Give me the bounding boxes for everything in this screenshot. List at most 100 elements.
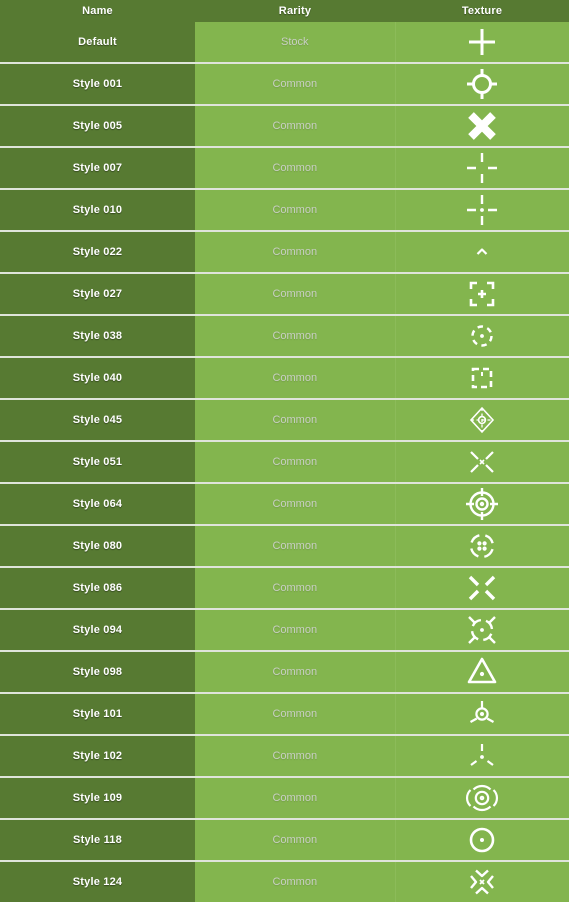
cell-rarity: Common: [195, 567, 395, 609]
table-row[interactable]: Style 118Common: [0, 819, 569, 861]
cell-rarity: Common: [195, 357, 395, 399]
cell-name: Style 080: [0, 525, 195, 567]
table-row[interactable]: Style 101Common: [0, 693, 569, 735]
table-row[interactable]: Style 038Common: [0, 315, 569, 357]
circle-three-spokes-icon: [396, 694, 569, 734]
cell-name: Style 094: [0, 609, 195, 651]
table-row[interactable]: Style 027Common: [0, 273, 569, 315]
cell-name: Style 022: [0, 231, 195, 273]
table-row[interactable]: Style 094Common: [0, 609, 569, 651]
cell-texture: [395, 63, 569, 105]
table-row[interactable]: DefaultStock: [0, 22, 569, 63]
cell-rarity: Common: [195, 651, 395, 693]
cell-rarity: Common: [195, 483, 395, 525]
double-circle-crosshair-icon: [396, 484, 569, 524]
cell-texture: [395, 105, 569, 147]
cell-name: Style 064: [0, 483, 195, 525]
table-row[interactable]: Style 040Common: [0, 357, 569, 399]
cell-texture: [395, 735, 569, 777]
diamond-crosshair-icon: [396, 400, 569, 440]
table-row[interactable]: Style 045Common: [0, 399, 569, 441]
cell-texture: [395, 231, 569, 273]
table-body: DefaultStockStyle 001CommonStyle 005Comm…: [0, 22, 569, 902]
column-header-texture[interactable]: Texture: [395, 0, 569, 22]
cell-texture: [395, 777, 569, 819]
cell-texture: [395, 567, 569, 609]
column-header-rarity[interactable]: Rarity: [195, 0, 395, 22]
cell-texture: [395, 861, 569, 902]
dashed-circle-four-dots-icon: [396, 526, 569, 566]
table-row[interactable]: Style 102Common: [0, 735, 569, 777]
cell-texture: [395, 22, 569, 63]
cell-rarity: Common: [195, 777, 395, 819]
cell-texture: [395, 693, 569, 735]
table-row[interactable]: Style 109Common: [0, 777, 569, 819]
plus-crosshair-icon: [396, 22, 569, 62]
cell-rarity: Common: [195, 273, 395, 315]
cell-name: Style 098: [0, 651, 195, 693]
cell-rarity: Common: [195, 399, 395, 441]
crosshair-style-table: Name Rarity Texture DefaultStockStyle 00…: [0, 0, 569, 902]
cell-texture: [395, 273, 569, 315]
table-row[interactable]: Style 080Common: [0, 525, 569, 567]
table-row[interactable]: Style 022Common: [0, 231, 569, 273]
table-row[interactable]: Style 086Common: [0, 567, 569, 609]
cell-rarity: Common: [195, 231, 395, 273]
cell-texture: [395, 483, 569, 525]
table-row[interactable]: Style 124Common: [0, 861, 569, 902]
cell-texture: [395, 147, 569, 189]
cell-texture: [395, 189, 569, 231]
cell-name: Style 102: [0, 735, 195, 777]
cell-rarity: Common: [195, 819, 395, 861]
cell-rarity: Common: [195, 63, 395, 105]
circle-ticks-crosshair-icon: [396, 64, 569, 104]
table-header: Name Rarity Texture: [0, 0, 569, 22]
cell-name: Style 027: [0, 273, 195, 315]
cell-texture: [395, 525, 569, 567]
table-row[interactable]: Style 001Common: [0, 63, 569, 105]
cell-rarity: Common: [195, 861, 395, 902]
cell-name: Default: [0, 22, 195, 63]
table-row[interactable]: Style 005Common: [0, 105, 569, 147]
cell-name: Style 038: [0, 315, 195, 357]
cell-rarity: Common: [195, 189, 395, 231]
cell-name: Style 118: [0, 819, 195, 861]
three-radiating-dashes-icon: [396, 736, 569, 776]
cell-name: Style 109: [0, 777, 195, 819]
cell-rarity: Common: [195, 147, 395, 189]
cell-rarity: Stock: [195, 22, 395, 63]
gapped-crosshair-dot-icon: [396, 190, 569, 230]
table-row[interactable]: Style 007Common: [0, 147, 569, 189]
cell-name: Style 045: [0, 399, 195, 441]
cell-rarity: Common: [195, 609, 395, 651]
table-row[interactable]: Style 010Common: [0, 189, 569, 231]
cell-rarity: Common: [195, 105, 395, 147]
table-header-row: Name Rarity Texture: [0, 0, 569, 22]
diagonal-x-small-icon: [396, 442, 569, 482]
cell-rarity: Common: [195, 441, 395, 483]
cell-name: Style 010: [0, 189, 195, 231]
cell-name: Style 124: [0, 861, 195, 902]
table-row[interactable]: Style 098Common: [0, 651, 569, 693]
concentric-parentheses-icon: [396, 778, 569, 818]
thick-diagonal-x-icon: [396, 568, 569, 608]
triangle-dot-icon: [396, 652, 569, 692]
cell-rarity: Common: [195, 693, 395, 735]
dashed-circle-dot-icon: [396, 316, 569, 356]
gapped-crosshair-icon: [396, 148, 569, 188]
cell-name: Style 001: [0, 63, 195, 105]
cell-name: Style 101: [0, 693, 195, 735]
small-chevron-up-icon: [396, 232, 569, 272]
circle-diagonal-ticks-icon: [396, 610, 569, 650]
cell-texture: [395, 819, 569, 861]
cell-texture: [395, 357, 569, 399]
cell-name: Style 005: [0, 105, 195, 147]
cell-name: Style 086: [0, 567, 195, 609]
table-row[interactable]: Style 064Common: [0, 483, 569, 525]
corner-brackets-plus-icon: [396, 274, 569, 314]
cell-name: Style 051: [0, 441, 195, 483]
table-row[interactable]: Style 051Common: [0, 441, 569, 483]
thick-x-cross-icon: [396, 106, 569, 146]
cell-texture: [395, 315, 569, 357]
column-header-name[interactable]: Name: [0, 0, 195, 22]
